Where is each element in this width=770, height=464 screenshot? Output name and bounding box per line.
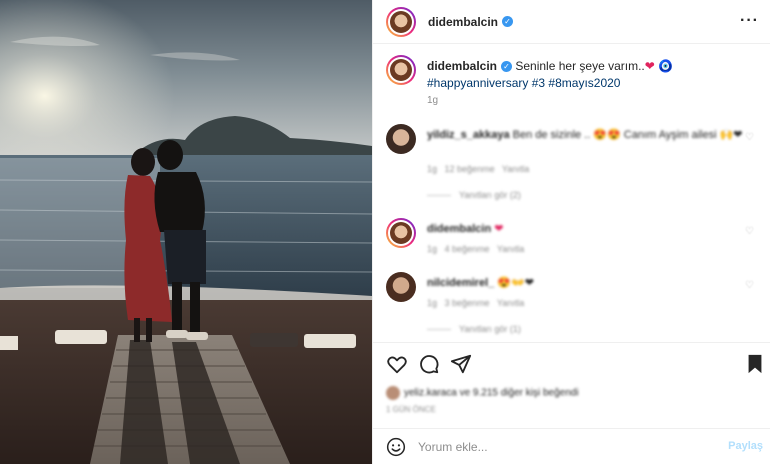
share-paper-plane-icon[interactable] bbox=[450, 353, 472, 375]
commenter-avatar[interactable] bbox=[386, 218, 416, 248]
commenter-username[interactable]: nilcidemirel_ bbox=[427, 277, 494, 289]
comment-meta: 1g 3 beğenme Yanıtla bbox=[427, 298, 524, 308]
comment-time: 1g bbox=[427, 244, 438, 254]
caption-time: 1g bbox=[427, 95, 439, 106]
add-comment-bar: Paylaş bbox=[373, 428, 770, 464]
comment-like-heart-icon[interactable]: ♡ bbox=[745, 280, 754, 291]
reply-button[interactable]: Yanıtla bbox=[502, 164, 529, 174]
post-side-panel: didembalcin ✓ ··· didembalcin ✓ Seninle h… bbox=[372, 0, 770, 464]
post-photo[interactable] bbox=[0, 0, 372, 464]
comment-body: ❤ bbox=[494, 223, 504, 235]
comment-meta: 1g 4 beğenme Yanıtla bbox=[427, 244, 524, 254]
save-bookmark-icon[interactable] bbox=[744, 353, 766, 375]
commenter-username[interactable]: didembalcin bbox=[427, 223, 491, 235]
comment-body: 😍👐❤ bbox=[497, 277, 534, 289]
evil-eye-emoji: 🧿 bbox=[658, 59, 674, 73]
author-username[interactable]: didembalcin bbox=[428, 15, 498, 29]
comment-like-heart-icon[interactable]: ♡ bbox=[745, 226, 754, 237]
comment-likes[interactable]: 12 beğenme bbox=[445, 164, 495, 174]
verified-badge-icon: ✓ bbox=[501, 61, 513, 73]
hashtag-link[interactable]: #happyanniversary bbox=[427, 76, 528, 90]
comment-likes[interactable]: 3 beğenme bbox=[445, 298, 490, 308]
heart-emoji: ❤ bbox=[644, 59, 655, 73]
caption-username[interactable]: didembalcin bbox=[427, 59, 497, 73]
comment-like-heart-icon[interactable]: ♡ bbox=[745, 132, 754, 143]
comment-text: didembalcin ❤ bbox=[427, 222, 747, 236]
like-heart-icon[interactable] bbox=[386, 353, 408, 375]
comment-text: nilcidemirel_ 😍👐❤ bbox=[427, 276, 747, 290]
caption-text: didembalcin ✓ Seninle her şeye varım..❤ 🧿… bbox=[427, 58, 757, 92]
comment-text: yildiz_s_akkaya Ben de sizinle .. 😍😍 Can… bbox=[427, 128, 747, 142]
sunset-beach-photo bbox=[0, 0, 372, 464]
reply-button[interactable]: Yanıtla bbox=[497, 244, 524, 254]
reply-button[interactable]: Yanıtla bbox=[497, 298, 524, 308]
comment-likes[interactable]: 4 beğenme bbox=[445, 244, 490, 254]
likes-text: yeliz.karaca ve 9.215 diğer kişi beğendi bbox=[404, 387, 579, 399]
action-bar bbox=[373, 342, 770, 382]
comment-item: yildiz_s_akkaya Ben de sizinle .. 😍😍 Can… bbox=[386, 124, 758, 204]
comment-time: 1g bbox=[427, 164, 438, 174]
caption-message: Seninle her şeye varım.. bbox=[515, 59, 645, 73]
view-replies-button[interactable]: Yanıtları gör (1) bbox=[427, 324, 521, 334]
commenter-avatar[interactable] bbox=[386, 272, 416, 302]
author-avatar[interactable] bbox=[386, 6, 416, 37]
post-comment-button[interactable]: Paylaş bbox=[728, 440, 763, 452]
more-options-icon[interactable]: ··· bbox=[740, 12, 759, 30]
comment-body: Ben de sizinle .. 😍😍 Canım Ayşim ailesi … bbox=[512, 129, 743, 141]
commenter-avatar[interactable] bbox=[386, 124, 416, 154]
caption-author-avatar[interactable] bbox=[386, 55, 416, 85]
verified-badge-icon: ✓ bbox=[502, 16, 514, 27]
comment-input[interactable] bbox=[418, 439, 708, 454]
comment-meta: 1g 12 beğenme Yanıtla bbox=[427, 164, 529, 174]
hashtag-link[interactable]: #3 #8mayıs2020 bbox=[532, 76, 621, 90]
emoji-smiley-icon[interactable] bbox=[386, 437, 406, 457]
comment-item: didembalcin ❤ 1g 4 beğenme Yanıtla ♡ bbox=[386, 218, 758, 258]
liker-avatar bbox=[386, 386, 400, 400]
commenter-username[interactable]: yildiz_s_akkaya bbox=[427, 129, 510, 141]
comment-bubble-icon[interactable] bbox=[418, 353, 440, 375]
likes-summary[interactable]: yeliz.karaca ve 9.215 diğer kişi beğendi bbox=[386, 386, 758, 402]
comment-time: 1g bbox=[427, 298, 438, 308]
post-date: 1 GÜN ÖNCE bbox=[386, 405, 436, 414]
view-replies-button[interactable]: Yanıtları gör (2) bbox=[427, 190, 521, 200]
post-header: didembalcin ✓ ··· bbox=[373, 0, 770, 44]
comment-item: nilcidemirel_ 😍👐❤ 1g 3 beğenme Yanıtla ♡… bbox=[386, 272, 758, 336]
